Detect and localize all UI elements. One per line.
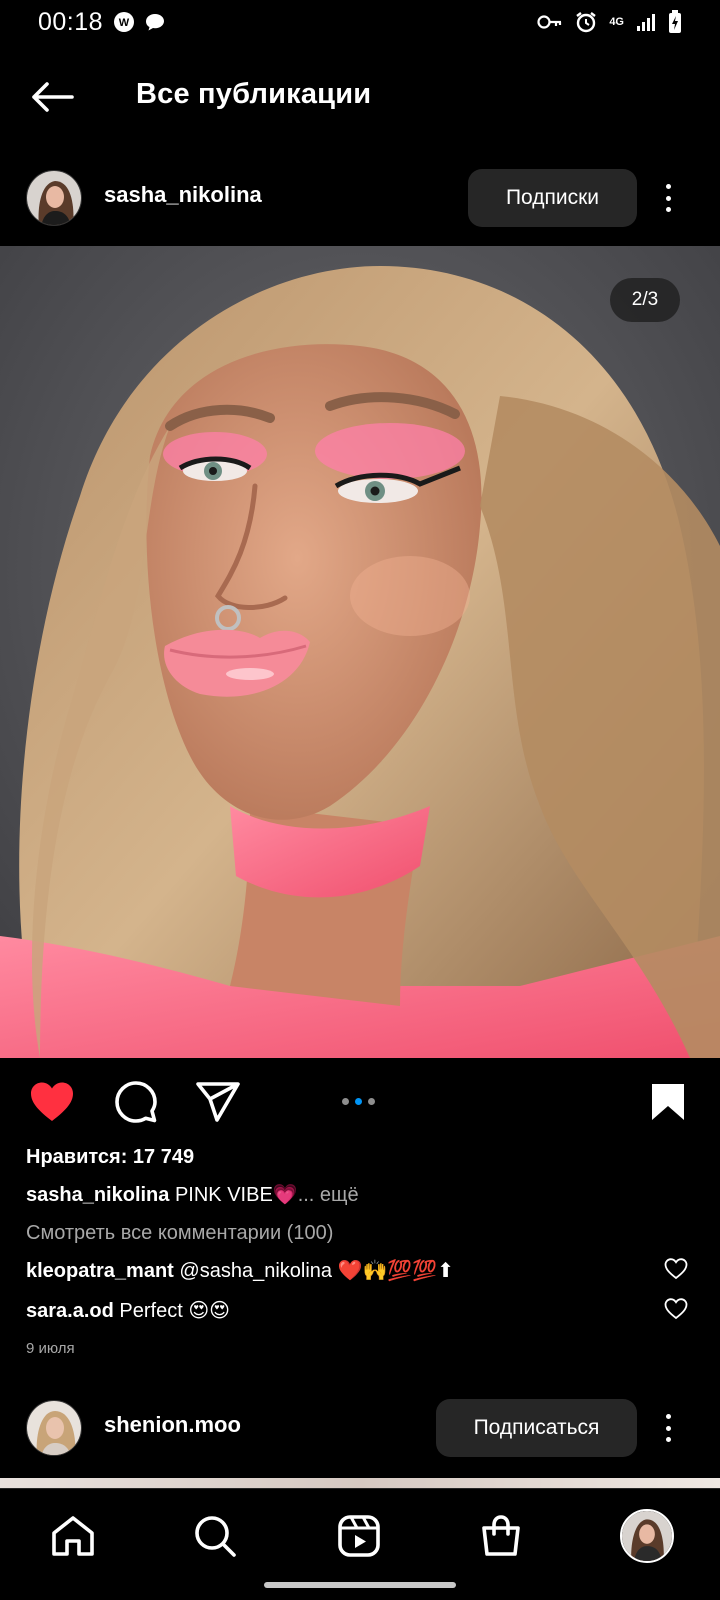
dot — [665, 1425, 671, 1431]
caption-more-link[interactable]: ... ещё — [298, 1184, 359, 1206]
carousel-dot — [342, 1098, 349, 1105]
follow-button[interactable]: Подписаться — [436, 1399, 637, 1457]
post-username[interactable]: sasha_nikolina — [104, 182, 262, 208]
comment-button[interactable] — [112, 1080, 160, 1124]
dot — [665, 1437, 671, 1442]
post-image[interactable]: 2/3 — [0, 246, 720, 1058]
more-vertical-icon — [665, 184, 671, 189]
post-caption: sasha_nikolina PINK VIBE💗... ещё — [26, 1182, 359, 1207]
bottom-navigation — [0, 1488, 720, 1600]
comment-username[interactable]: sara.a.od — [26, 1300, 114, 1322]
save-button[interactable] — [644, 1080, 692, 1124]
post-date: 9 июля — [26, 1340, 75, 1357]
reels-icon — [338, 1515, 380, 1557]
app-notification-icon: W — [113, 11, 135, 33]
avatar[interactable] — [26, 170, 82, 226]
dot — [665, 195, 671, 201]
view-all-comments-link[interactable]: Смотреть все комментарии (100) — [26, 1222, 333, 1245]
bookmark-filled-icon — [652, 1084, 684, 1120]
next-post-header: shenion.moo Подписаться — [0, 1388, 720, 1468]
post-photo — [0, 246, 720, 1058]
comment-text: @sasha_nikolina — [179, 1260, 333, 1282]
more-options-button[interactable] — [656, 178, 680, 218]
page-title: Все публикации — [136, 78, 372, 110]
search-icon — [195, 1516, 236, 1557]
comment-row: sara.a.od Perfect 😍😍 — [26, 1298, 230, 1323]
nav-reels[interactable] — [332, 1509, 386, 1563]
comment-username[interactable]: kleopatra_mant — [26, 1260, 174, 1282]
heart-filled-icon — [31, 1082, 73, 1121]
avatar[interactable] — [26, 1400, 82, 1456]
alarm-icon — [575, 11, 597, 33]
signal-icon — [636, 13, 656, 31]
status-time: 00:18 — [38, 7, 104, 36]
shop-icon — [482, 1515, 520, 1556]
like-button[interactable] — [28, 1080, 76, 1124]
comment-emoji: 😍😍 — [188, 1300, 231, 1322]
likes-count[interactable]: Нравится: 17 749 — [26, 1146, 194, 1169]
post-action-bar — [0, 1078, 720, 1126]
status-right: 4G — [537, 10, 682, 34]
nav-shop[interactable] — [474, 1509, 528, 1563]
network-type-label: 4G — [609, 15, 624, 28]
comment-icon — [115, 1081, 157, 1123]
heart-outline-icon — [664, 1298, 688, 1320]
home-icon — [52, 1516, 94, 1556]
caption-emoji: 💗 — [272, 1184, 298, 1206]
comment-like-button[interactable] — [662, 1256, 690, 1282]
dot — [665, 207, 671, 212]
heart-outline-icon — [664, 1258, 688, 1280]
caption-username[interactable]: sasha_nikolina — [26, 1184, 169, 1206]
comment-emoji: ❤️🙌💯💯⬆ — [337, 1260, 454, 1282]
profile-avatar — [622, 1511, 672, 1561]
arrow-left-icon — [32, 82, 74, 112]
nav-profile[interactable] — [620, 1509, 674, 1563]
next-post-username[interactable]: shenion.moo — [104, 1412, 241, 1438]
comment-like-button[interactable] — [662, 1296, 690, 1322]
nav-home[interactable] — [46, 1509, 100, 1563]
key-icon — [537, 14, 563, 30]
share-button[interactable] — [194, 1080, 242, 1124]
battery-icon — [668, 10, 682, 34]
status-bar: 00:18 W 4G — [0, 0, 720, 44]
more-vertical-icon — [665, 1414, 671, 1419]
image-counter-badge: 2/3 — [610, 278, 680, 322]
nav-search[interactable] — [188, 1509, 242, 1563]
top-header: Все публикации — [0, 64, 720, 130]
svg-text:W: W — [119, 17, 130, 29]
back-button[interactable] — [28, 76, 76, 118]
next-post-image-edge — [0, 1478, 720, 1488]
comment-text: Perfect — [119, 1300, 183, 1322]
caption-text: PINK VIBE — [174, 1184, 273, 1206]
post-header: sasha_nikolina Подписки — [0, 158, 720, 238]
carousel-dot-active — [355, 1098, 362, 1105]
carousel-dot — [368, 1098, 375, 1105]
comment-row: kleopatra_mant @sasha_nikolina ❤️🙌💯💯⬆ — [26, 1258, 454, 1283]
status-left: 00:18 W — [38, 8, 165, 37]
gesture-bar[interactable] — [264, 1582, 456, 1588]
more-options-button[interactable] — [656, 1408, 680, 1448]
following-button[interactable]: Подписки — [468, 169, 637, 227]
share-icon — [196, 1082, 240, 1122]
carousel-indicator — [342, 1098, 375, 1105]
message-notification-icon — [145, 12, 165, 32]
